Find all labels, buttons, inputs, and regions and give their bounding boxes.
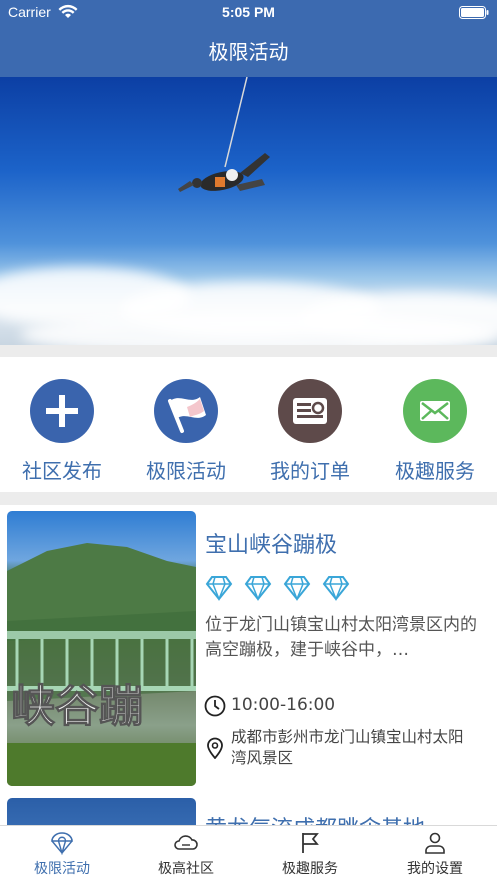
category-community-post[interactable]: 社区发布 — [0, 379, 124, 489]
thumbnail-sign-text: 峡谷蹦 — [11, 681, 143, 732]
tab-extreme-activities[interactable]: 极限活动 — [0, 826, 124, 883]
status-bar: Carrier 5:05 PM — [0, 0, 497, 26]
category-my-orders[interactable]: 我的订单 — [248, 379, 372, 489]
category-fun-services[interactable]: 极趣服务 — [373, 379, 497, 489]
app-header: Carrier 5:05 PM 极限活动 — [0, 0, 497, 77]
category-shortcuts: 社区发布 极限活动 我的订单 极趣服务 — [0, 357, 497, 492]
diamond-icon — [283, 576, 311, 601]
skydiver-figure — [178, 77, 270, 192]
activity-thumbnail — [7, 798, 196, 825]
flag-outline-icon — [302, 833, 319, 853]
activity-description: 位于龙门山镇宝山村太阳湾景区内的高空蹦极，建于峡谷中，… — [205, 615, 477, 660]
activity-list-item[interactable]: 峡谷蹦 宝山峡谷蹦极 位于龙门山镇宝山村太阳湾景区内的高空蹦极，建于峡谷中，… … — [0, 505, 497, 792]
category-label: 极限活动 — [146, 459, 226, 483]
page-title: 极限活动 — [208, 40, 289, 64]
status-time: 5:05 PM — [222, 4, 275, 20]
activity-address: 成都市彭州市龙门山镇宝山村太阳湾风景区 — [231, 728, 464, 767]
activity-title: 黄龙气流成都跳伞基地 — [205, 811, 425, 825]
hero-banner-skydiving[interactable] — [0, 77, 497, 345]
diamond-icon — [244, 576, 272, 601]
flag-icon — [154, 379, 218, 443]
separator — [0, 345, 497, 357]
battery-icon — [459, 6, 489, 19]
activity-thumbnail: 峡谷蹦 — [7, 511, 196, 786]
category-label: 极趣服务 — [395, 459, 475, 483]
diamond-icon — [322, 576, 350, 601]
person-icon — [425, 832, 445, 854]
category-label: 社区发布 — [22, 459, 102, 483]
tab-label: 我的设置 — [407, 861, 463, 877]
cloud-icon — [174, 835, 198, 850]
separator — [0, 492, 497, 505]
activity-hours: 10:00-16:00 — [231, 695, 336, 715]
parachute-icon — [51, 832, 73, 855]
tab-fun-services[interactable]: 极趣服务 — [248, 826, 372, 883]
rating-diamonds — [205, 575, 361, 603]
tab-label: 极限活动 — [34, 861, 90, 877]
activity-list-item[interactable]: 黄龙气流成都跳伞基地 — [0, 797, 497, 825]
bottom-tab-bar: 极限活动 极高社区 极趣服务 我的设置 — [0, 825, 497, 883]
tab-label: 极趣服务 — [282, 861, 338, 877]
location-pin-icon — [207, 737, 223, 759]
diamond-icon — [205, 576, 233, 601]
tab-community[interactable]: 极高社区 — [124, 826, 248, 883]
tab-my-settings[interactable]: 我的设置 — [373, 826, 497, 883]
tab-label: 极高社区 — [158, 861, 214, 877]
order-card-icon — [278, 379, 342, 443]
activity-title: 宝山峡谷蹦极 — [205, 533, 338, 558]
plus-icon — [30, 379, 94, 443]
mail-icon — [403, 379, 467, 443]
category-label: 我的订单 — [270, 459, 350, 483]
category-extreme-activities[interactable]: 极限活动 — [124, 379, 248, 489]
clock-icon — [204, 695, 226, 717]
